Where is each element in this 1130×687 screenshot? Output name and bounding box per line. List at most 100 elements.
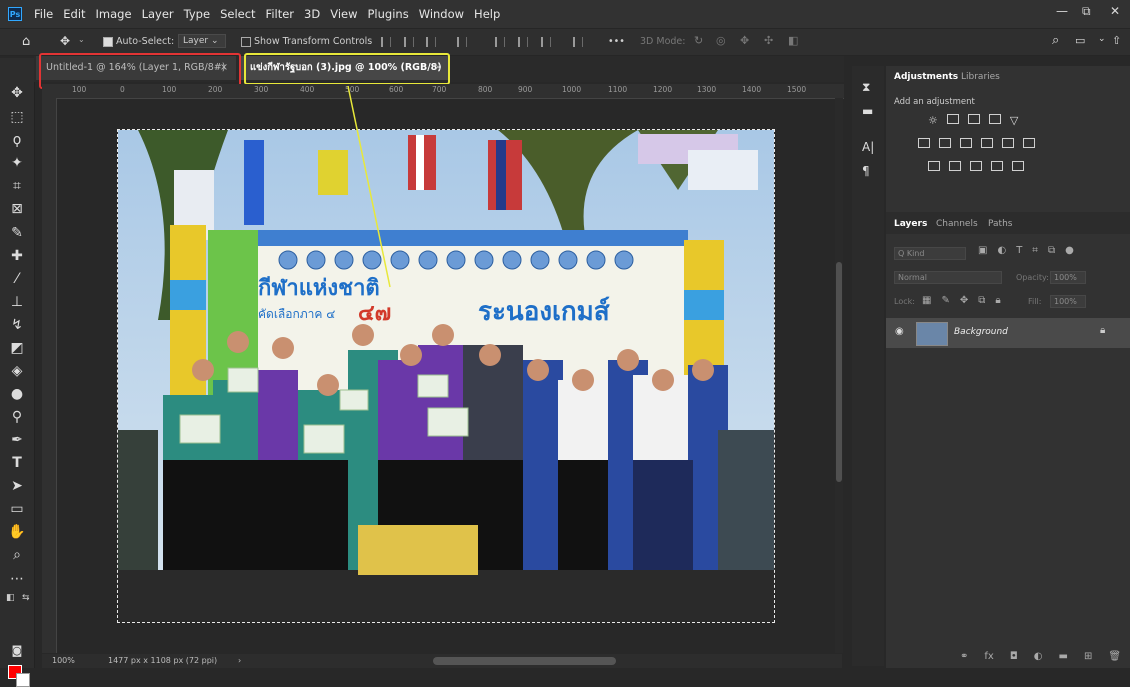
color-balance-icon[interactable] (939, 138, 951, 148)
3d-slide-icon[interactable]: ✣ (764, 34, 773, 47)
layer-row-background[interactable]: ◉ Background 🔒︎ (886, 318, 1130, 348)
close-window-button[interactable]: ✕ (1110, 4, 1120, 18)
new-adjustment-icon[interactable]: ◐ (1034, 651, 1043, 662)
eye-visibility-icon[interactable]: ◉ (895, 326, 904, 337)
align-middle-icon[interactable] (518, 37, 528, 47)
lock-position-icon[interactable]: ✥ (960, 295, 968, 306)
pen-tool-icon[interactable]: ✒ (8, 431, 26, 449)
workspace-chevron-icon[interactable]: ⌄ (1098, 34, 1106, 44)
channel-mixer-icon[interactable] (1002, 138, 1014, 148)
smart-object-filter-icon[interactable]: ⧉ (1048, 245, 1055, 256)
tab-paths[interactable]: Paths (988, 219, 1012, 229)
new-layer-icon[interactable]: ⊞ (1084, 651, 1092, 662)
paint-bucket-tool-icon[interactable]: ◈ (8, 362, 26, 380)
clone-stamp-tool-icon[interactable]: ⊥ (8, 293, 26, 311)
search-icon[interactable]: ⌕ (1052, 33, 1059, 48)
vertical-scroll-thumb[interactable] (836, 262, 842, 482)
history-panel-icon[interactable]: ⧗ (862, 80, 870, 95)
status-arrow-icon[interactable]: › (238, 656, 241, 665)
tab-channels[interactable]: Channels (936, 219, 978, 229)
character-panel-icon[interactable]: A| (862, 140, 874, 154)
menu-plugins[interactable]: Plugins (368, 7, 409, 21)
color-lookup-icon[interactable] (1023, 138, 1035, 148)
workspace-icon[interactable]: ▭ (1075, 34, 1085, 47)
black-white-icon[interactable] (960, 138, 972, 148)
edit-toolbar-icon[interactable]: ⋯ (8, 570, 26, 588)
zoom-tool-icon[interactable]: ⌕ (8, 546, 26, 564)
lock-all-icon[interactable]: 🔒︎ (995, 295, 1000, 306)
distribute-icon[interactable] (457, 37, 467, 47)
minimize-button[interactable]: — (1056, 4, 1068, 18)
delete-layer-icon[interactable]: 🗑︎ (1108, 651, 1121, 662)
hue-saturation-icon[interactable] (918, 138, 930, 148)
zoom-level[interactable]: 100% (52, 656, 75, 665)
lock-transparent-icon[interactable]: ▦ (922, 295, 931, 306)
invert-icon[interactable] (928, 161, 940, 171)
menu-view[interactable]: View (330, 7, 357, 21)
type-filter-icon[interactable]: T (1016, 245, 1022, 256)
document-photo[interactable]: กีฬาแห่งชาติ ระนองเกมส์ ๔๗ คัดเลือกภาค ๔ (117, 129, 775, 623)
shape-filter-icon[interactable]: ⌗ (1032, 245, 1038, 256)
tab-layers[interactable]: Layers (894, 219, 927, 229)
layer-name[interactable]: Background (954, 327, 1008, 337)
selective-color-icon[interactable] (1012, 161, 1024, 171)
layer-kind-filter[interactable]: Q Kind (894, 247, 966, 260)
levels-icon[interactable] (946, 114, 959, 124)
align-top-icon[interactable] (495, 37, 505, 47)
frame-tool-icon[interactable]: ⊠ (8, 200, 26, 218)
more-options-button[interactable]: ••• (608, 36, 625, 47)
posterize-icon[interactable] (949, 161, 961, 171)
auto-select-target-dropdown[interactable]: Layer ⌄ (178, 34, 226, 48)
pixel-filter-icon[interactable]: ▣ (978, 245, 987, 256)
type-tool-icon[interactable]: T (8, 454, 26, 472)
menu-help[interactable]: Help (474, 7, 500, 21)
eraser-tool-icon[interactable]: ◩ (8, 339, 26, 357)
photo-filter-icon[interactable] (981, 138, 993, 148)
menu-file[interactable]: File (34, 7, 53, 21)
auto-select-checkbox[interactable] (103, 37, 113, 47)
brightness-icon[interactable]: ☼ (928, 114, 938, 127)
adjustment-filter-icon[interactable]: ◐ (997, 245, 1006, 256)
blend-mode-dropdown[interactable]: Normal (894, 271, 1002, 284)
show-transform-checkbox[interactable] (241, 37, 251, 47)
3d-roll-icon[interactable]: ◎ (716, 34, 726, 47)
path-selection-tool-icon[interactable]: ➤ (8, 477, 26, 495)
3d-pan-icon[interactable]: ✥ (740, 34, 749, 47)
3d-scale-icon[interactable]: ◧ (788, 34, 798, 47)
hand-tool-icon[interactable]: ✋ (8, 523, 26, 541)
tab-libraries[interactable]: Libraries (961, 72, 1000, 82)
healing-brush-tool-icon[interactable]: ✚ (8, 247, 26, 265)
home-icon[interactable]: ⌂ (22, 34, 30, 49)
dodge-tool-icon[interactable]: ⚲ (8, 408, 26, 426)
maximize-button[interactable]: ⧉ (1082, 4, 1091, 19)
move-tool-icon[interactable]: ✥ (60, 34, 70, 48)
lasso-tool-icon[interactable]: ϙ (8, 131, 26, 149)
eyedropper-tool-icon[interactable]: ✎ (8, 224, 26, 242)
vibrance-icon[interactable]: ▽ (1010, 114, 1018, 127)
menu-image[interactable]: Image (96, 7, 132, 21)
align-bottom-icon[interactable] (541, 37, 551, 47)
horizontal-scroll-thumb[interactable] (433, 657, 616, 665)
menu-edit[interactable]: Edit (63, 7, 85, 21)
swap-colors-icon[interactable]: ⇆ (22, 593, 30, 603)
marquee-tool-icon[interactable]: ⬚ (8, 108, 26, 126)
menu-layer[interactable]: Layer (142, 7, 174, 21)
magic-wand-tool-icon[interactable]: ✦ (8, 154, 26, 172)
align-right-icon[interactable] (426, 37, 436, 47)
move-tool-icon[interactable]: ✥ (8, 84, 26, 102)
comments-panel-icon[interactable]: ▬ (862, 104, 873, 118)
menu-3d[interactable]: 3D (304, 7, 320, 21)
align-center-icon[interactable] (404, 37, 414, 47)
tool-preset-chevron-icon[interactable]: ⌄ (78, 35, 85, 44)
layer-style-icon[interactable]: fx (984, 651, 993, 662)
menu-filter[interactable]: Filter (266, 7, 294, 21)
menu-window[interactable]: Window (419, 7, 464, 21)
rectangle-tool-icon[interactable]: ▭ (8, 500, 26, 518)
lock-artboard-icon[interactable]: ⧉ (978, 295, 985, 306)
fill-field[interactable]: 100% (1050, 295, 1086, 308)
add-mask-icon[interactable]: ◘ (1010, 651, 1018, 662)
filter-toggle-icon[interactable]: ● (1065, 245, 1074, 256)
gradient-map-icon[interactable] (991, 161, 1003, 171)
threshold-icon[interactable] (970, 161, 982, 171)
new-group-icon[interactable]: ▬ (1059, 651, 1068, 662)
